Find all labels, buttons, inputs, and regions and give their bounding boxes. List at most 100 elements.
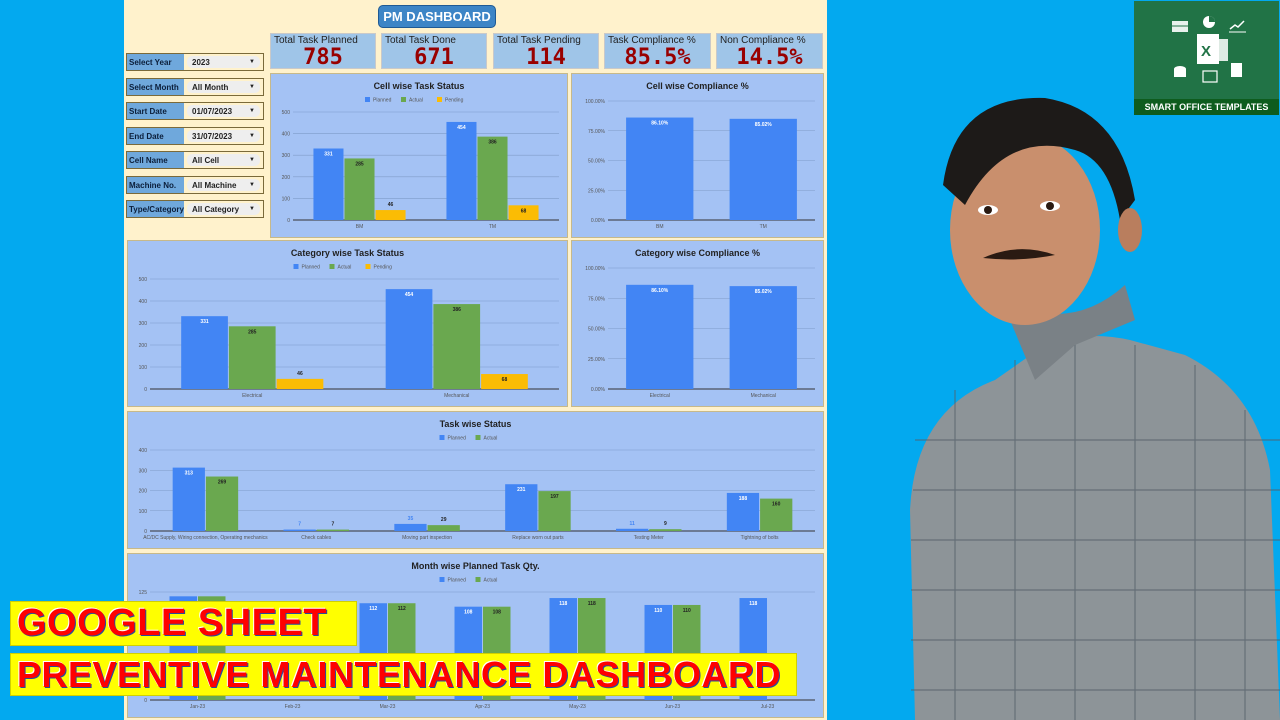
data-label: 110 [683,608,691,614]
x-tick-label: BM [356,224,364,230]
data-label: 188 [739,496,748,502]
data-label: 46 [297,371,303,377]
x-tick-label: Mechanical [444,393,469,399]
x-tick-label: BM [656,224,664,230]
y-tick-label: 200 [139,489,148,495]
y-tick-label: 200 [139,343,148,349]
data-label: 160 [772,502,781,508]
y-tick-label: 50.00% [588,159,606,165]
data-label: 269 [218,480,227,486]
filter-cell-name[interactable]: Cell Name All Cell ▼ [126,151,264,169]
legend-swatch-actual [329,264,335,269]
filter-dropdown[interactable]: 31/07/2023 ▼ [187,130,260,142]
data-label: 454 [405,292,414,298]
data-label: 112 [398,606,406,612]
x-tick-label: Jul-23 [761,704,775,710]
bar-planned [181,316,228,389]
legend-swatch-pending [437,97,442,102]
data-label: 331 [324,152,333,158]
y-tick-label: 25.00% [588,188,606,194]
y-tick-label: 0 [287,218,290,224]
chart-title: Category wise Compliance % [635,248,760,258]
bar-planned [283,529,316,531]
x-tick-label: Jan-23 [190,704,206,710]
bar-compliance [729,118,797,220]
data-label: 11 [629,521,635,527]
y-tick-label: 0.00% [591,387,606,393]
y-tick-label: 0 [144,387,147,393]
filter-dropdown[interactable]: 01/07/2023 ▼ [187,105,260,117]
legend-swatch-planned [293,264,299,269]
data-label: 108 [493,610,502,616]
y-tick-label: 125 [139,590,148,596]
filter-type-category[interactable]: Type/Category All Category ▼ [126,200,264,218]
filter-select-year[interactable]: Select Year 2023 ▼ [126,53,264,71]
pm-dashboard-button[interactable]: PM DASHBOARD [378,5,496,28]
data-label: 46 [388,202,394,208]
banner-google-sheet: GOOGLE SHEET [10,601,357,646]
filter-value: All Month [192,82,229,92]
chart-svg: Task wise StatusPlanned Actual01002003004… [139,419,815,541]
dropdown-arrow-icon: ▼ [249,182,255,188]
y-tick-label: 75.00% [588,296,606,302]
bar-compliance [729,286,797,389]
banner-preventive-maintenance: PREVENTIVE MAINTENANCE DASHBOARD [10,653,797,696]
kpi-value: 85.5% [624,45,691,70]
bar-pending [375,210,406,220]
x-tick-label: Electrical [650,393,670,399]
x-tick-label: Mechanical [751,393,776,399]
y-tick-label: 0.00% [591,218,606,224]
chart-task-wise-status: Task wise Status Planned Actual 0 100 200 300 4… [127,411,824,549]
data-label: 35 [408,516,414,522]
dropdown-arrow-icon: ▼ [249,84,255,90]
bar-actual [344,158,375,220]
kpi-value: 785 [303,45,343,70]
kpi-total-planned: Total Task Planned 785 [270,33,376,70]
legend-swatch-planned [439,435,445,440]
filter-dropdown[interactable]: All Machine ▼ [187,179,260,191]
presenter-photo [910,97,1280,720]
legend-label: Actual [338,265,352,271]
legend-swatch-planned [365,97,370,102]
excel-icon: X [1172,16,1246,83]
filter-machine-no[interactable]: Machine No. All Machine ▼ [126,176,264,194]
data-label: 110 [654,608,662,614]
legend-label: Actual [484,436,498,442]
bar-planned [385,289,433,389]
legend-label: Actual [484,578,498,584]
chart-svg: Category wise Compliance % 0.00% 25.00% 50.… [585,248,815,399]
x-tick-label: Mar-23 [380,704,396,710]
data-label: 313 [185,471,194,477]
chart-title: Cell wise Compliance % [646,81,749,91]
data-label: 386 [488,140,497,146]
filter-dropdown[interactable]: All Category ▼ [187,203,260,215]
y-tick-label: 75.00% [588,129,606,135]
filter-value: 01/07/2023 [192,106,233,116]
filter-end-date[interactable]: End Date 31/07/2023 ▼ [126,127,264,145]
y-tick-label: 300 [139,468,148,474]
legend-swatch-actual [475,577,481,582]
filter-dropdown[interactable]: All Cell ▼ [187,154,260,166]
filter-value: All Cell [192,155,220,165]
filter-select-month[interactable]: Select Month All Month ▼ [126,78,264,96]
data-label: 9 [664,521,667,527]
y-tick-label: 50.00% [588,327,606,333]
data-label: 285 [355,161,364,167]
filter-label: Type/Category [127,201,184,217]
data-label: 68 [521,208,527,214]
chart-svg: Category wise Task Status Planned Actual Pe… [139,248,559,399]
filter-start-date[interactable]: Start Date 01/07/2023 ▼ [126,102,264,120]
filter-dropdown[interactable]: 2023 ▼ [187,56,260,68]
y-tick-label: 400 [139,299,148,305]
data-label: 29 [441,517,447,523]
data-label: 112 [369,606,377,612]
chart-cell-compliance: Cell wise Compliance % 0.00% 25.00% 50.00% 7… [571,73,824,238]
data-label: 118 [749,601,757,607]
kpi-value: 14.5% [736,45,803,70]
bar-planned [446,121,477,220]
data-label: 285 [248,329,257,335]
x-tick-label: Apr-23 [475,704,490,710]
filter-dropdown[interactable]: All Month ▼ [187,81,260,93]
y-tick-label: 100 [282,196,291,202]
data-label: 86.10% [651,288,669,294]
